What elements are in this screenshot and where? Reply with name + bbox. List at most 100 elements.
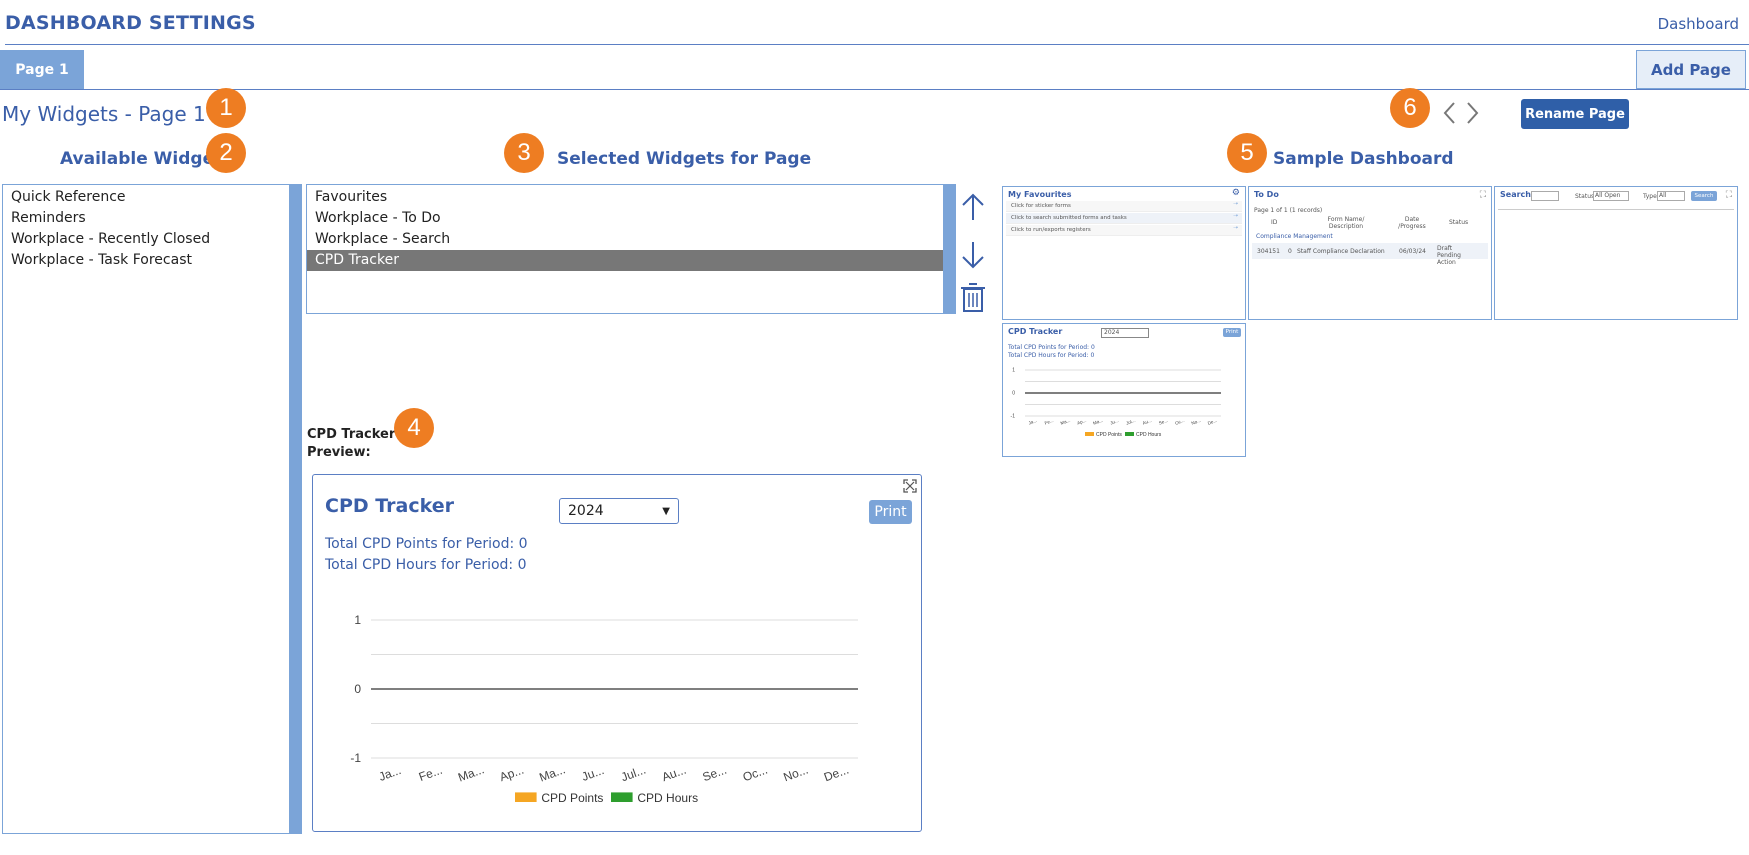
y-tick-label: 0 <box>1012 391 1015 397</box>
y-tick-label: -1 <box>1011 414 1016 420</box>
sample-cpd-widget: CPD Tracker 2024 Print Total CPD Points … <box>1002 323 1246 457</box>
todo-expand-icon[interactable]: ⛶ <box>1480 190 1486 200</box>
search-divider <box>1498 209 1734 210</box>
favourite-row-label: Click to search submitted forms and task… <box>1011 215 1127 221</box>
sample-favourites-widget: My Favourites ⚙ Click for sticker forms ⇢… <box>1002 186 1246 320</box>
preview-print-button[interactable]: Print <box>869 500 912 524</box>
x-tick-label: Jul... <box>619 763 648 785</box>
page-title: My Widgets - Page 1 <box>2 102 206 126</box>
x-tick-label: De... <box>822 763 851 785</box>
preview-year-value: 2024 <box>568 503 604 519</box>
y-tick-label: -1 <box>350 751 361 765</box>
legend-swatch <box>1125 432 1134 436</box>
y-tick-label: 1 <box>1012 368 1015 374</box>
tab-page-1[interactable]: Page 1 <box>0 50 84 89</box>
x-tick-label: Ma... <box>456 762 486 784</box>
prev-page-icon[interactable] <box>1443 102 1455 124</box>
preview-widget-title: CPD Tracker <box>325 495 454 517</box>
move-down-icon[interactable] <box>962 242 984 269</box>
x-tick-label: Ja... <box>377 763 403 784</box>
available-item[interactable]: Reminders <box>3 208 301 229</box>
sample-status-label: Status <box>1575 193 1595 200</box>
list-actions-svg <box>961 193 985 312</box>
selected-item[interactable]: Workplace - Search <box>307 229 943 250</box>
available-item[interactable]: Workplace - Task Forecast <box>3 250 301 271</box>
x-tick-label: Ap... <box>1076 418 1086 426</box>
sample-cpd-print[interactable]: Print <box>1223 328 1241 337</box>
available-widgets-list[interactable]: Quick Reference Reminders Workplace - Rece… <box>2 184 302 834</box>
x-tick-label: Au... <box>1142 418 1152 426</box>
cpd-tracker-preview-widget: CPD Tracker 2024 ▼ Print Total CPD Point… <box>312 474 922 832</box>
sample-todo-widget: To Do ⛶ Page 1 of 1 (1 records) ID Form … <box>1248 186 1492 320</box>
sample-cpd-points: Total CPD Points for Period: 0 <box>1008 344 1095 351</box>
preview-year-select[interactable]: 2024 ▼ <box>559 498 679 524</box>
x-tick-label: Ju... <box>580 763 606 784</box>
x-tick-label: Ma... <box>1060 418 1071 426</box>
cpd-tracker-chart: 1 0 -1 Ja... Fe... Ma... Ap... Ma... Ju... Jul...… <box>350 613 858 805</box>
sample-search-button[interactable]: Search <box>1691 191 1717 201</box>
arrow-right-icon: ⇢ <box>1233 201 1238 207</box>
page-nav-arrows <box>1440 98 1484 128</box>
x-tick-label: Ma... <box>537 762 567 784</box>
sample-type-select[interactable]: All <box>1657 191 1685 201</box>
available-scrollbar[interactable] <box>289 185 301 833</box>
search-expand-icon[interactable]: ⛶ <box>1726 190 1732 200</box>
next-page-icon[interactable] <box>1467 102 1479 124</box>
todo-row-date: 06/03/24 <box>1399 248 1426 255</box>
todo-header-form: Form Name/ Description <box>1327 216 1365 230</box>
legend-label: CPD Points <box>1096 432 1122 438</box>
available-item[interactable]: Workplace - Recently Closed <box>3 229 301 250</box>
todo-row-num: 0 <box>1288 248 1292 255</box>
dashboard-link[interactable]: Dashboard <box>1658 15 1739 33</box>
x-tick-label: No... <box>781 763 810 785</box>
legend-label: CPD Points <box>541 791 603 805</box>
arrow-right-icon: ⇢ <box>1233 225 1238 231</box>
sample-type-label: Type <box>1643 193 1657 200</box>
sample-status-select[interactable]: All Open <box>1593 191 1629 201</box>
sample-cpd-chart: 1 0 -1 Ja... Fe... Ma... Ap... Ma... Ju... Jul...… <box>1011 368 1221 438</box>
selected-widgets-title: Selected Widgets for Page <box>557 149 812 169</box>
sample-search-input[interactable] <box>1531 191 1559 201</box>
x-tick-label: Fe... <box>1044 418 1054 426</box>
badge-5: 5 <box>1227 133 1267 173</box>
tab-bar <box>0 50 1749 90</box>
expand-icon[interactable] <box>903 478 917 497</box>
list-actions <box>958 190 988 320</box>
favourite-row[interactable]: Click to search submitted forms and task… <box>1006 213 1242 224</box>
selected-item[interactable]: Workplace - To Do <box>307 208 943 229</box>
todo-header-status: Status <box>1449 219 1469 226</box>
chevron-down-icon: ▼ <box>662 505 670 517</box>
sample-search-title: Search <box>1500 190 1531 199</box>
rename-page-button[interactable]: Rename Page <box>1521 99 1629 129</box>
selected-widgets-list[interactable]: Favourites Workplace - To Do Workplace - S… <box>306 184 956 314</box>
badge-2: 2 <box>206 133 246 173</box>
page-nav-svg <box>1443 102 1479 124</box>
preview-points-text: Total CPD Points for Period: 0 <box>325 536 528 552</box>
header-divider <box>5 44 1749 45</box>
add-page-button[interactable]: Add Page <box>1636 50 1746 89</box>
move-up-icon[interactable] <box>962 193 984 220</box>
selected-item[interactable]: Favourites <box>307 187 943 208</box>
gear-icon[interactable]: ⚙ <box>1232 188 1240 198</box>
favourite-row[interactable]: Click for sticker forms ⇢ <box>1006 201 1242 212</box>
favourite-row[interactable]: Click to run/exports registers ⇢ <box>1006 225 1242 236</box>
x-tick-label: Ma... <box>1092 418 1103 426</box>
arrow-right-icon: ⇢ <box>1233 213 1238 219</box>
selected-item[interactable]: CPD Tracker <box>307 250 943 271</box>
legend-label: CPD Hours <box>1136 432 1162 438</box>
preview-hours-text: Total CPD Hours for Period: 0 <box>325 557 527 573</box>
sample-cpd-year[interactable]: 2024 <box>1101 328 1149 338</box>
x-tick-label: Jul... <box>1125 418 1136 426</box>
x-tick-label: No... <box>1191 418 1202 426</box>
x-tick-label: Se... <box>1158 418 1168 426</box>
preview-label: CPD Tracker Preview: <box>307 427 396 460</box>
x-tick-label: Oc... <box>1174 418 1185 426</box>
delete-trash-icon[interactable] <box>961 283 985 312</box>
sample-cpd-title: CPD Tracker <box>1008 327 1063 336</box>
available-item[interactable]: Quick Reference <box>3 187 301 208</box>
legend-swatch <box>611 792 633 802</box>
x-tick-label: Ap... <box>498 763 526 785</box>
selected-scrollbar[interactable] <box>943 185 955 313</box>
todo-row-status: Draft Pending Action <box>1437 245 1461 266</box>
x-tick-label: Ja... <box>1028 418 1038 426</box>
